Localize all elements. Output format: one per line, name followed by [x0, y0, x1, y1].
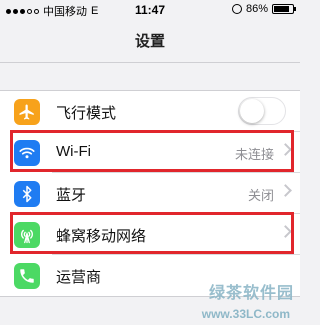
settings-row-label: 蜂窝移动网络 [56, 228, 147, 245]
cellular-antenna-icon [14, 222, 40, 248]
page-title: 设置 [134, 33, 165, 50]
settings-group: 飞行模式 Wi-Fi 未连接 蓝牙 关闭 蜂窝移动网络 运营商 [0, 90, 300, 297]
airplane-mode-toggle[interactable] [238, 97, 286, 125]
chevron-right-icon [279, 143, 292, 156]
settings-row-label: 蓝牙 [56, 187, 87, 204]
wifi-icon [14, 140, 40, 166]
settings-row-label: Wi-Fi [56, 143, 91, 160]
wifi-status-value: 未连接 [234, 147, 274, 162]
nav-divider [0, 62, 300, 63]
settings-row-label: 运营商 [56, 269, 102, 286]
watermark-url: www.33LC.com [201, 307, 290, 321]
status-right: 86% [231, 3, 296, 15]
airplane-icon [14, 99, 40, 125]
settings-row-cellular[interactable]: 蜂窝移动网络 [0, 214, 300, 255]
settings-row-bluetooth[interactable]: 蓝牙 关闭 [0, 173, 300, 214]
toggle-knob [240, 99, 264, 123]
chevron-right-icon [279, 225, 292, 238]
bluetooth-icon [14, 181, 40, 207]
bluetooth-status-value: 关闭 [247, 188, 274, 203]
alarm-icon [231, 4, 242, 14]
status-bar: 中国移动 E 11:47 86% [0, 0, 300, 20]
battery-icon [272, 4, 296, 14]
settings-row-wifi[interactable]: Wi-Fi 未连接 [0, 132, 300, 173]
battery-percent: 86% [245, 3, 268, 15]
settings-row-label: 飞行模式 [56, 105, 117, 122]
chevron-right-icon [279, 184, 292, 197]
watermark-text: 绿茶软件园 [208, 285, 294, 302]
phone-icon [14, 263, 40, 289]
settings-row-airplane-mode[interactable]: 飞行模式 [0, 91, 300, 132]
